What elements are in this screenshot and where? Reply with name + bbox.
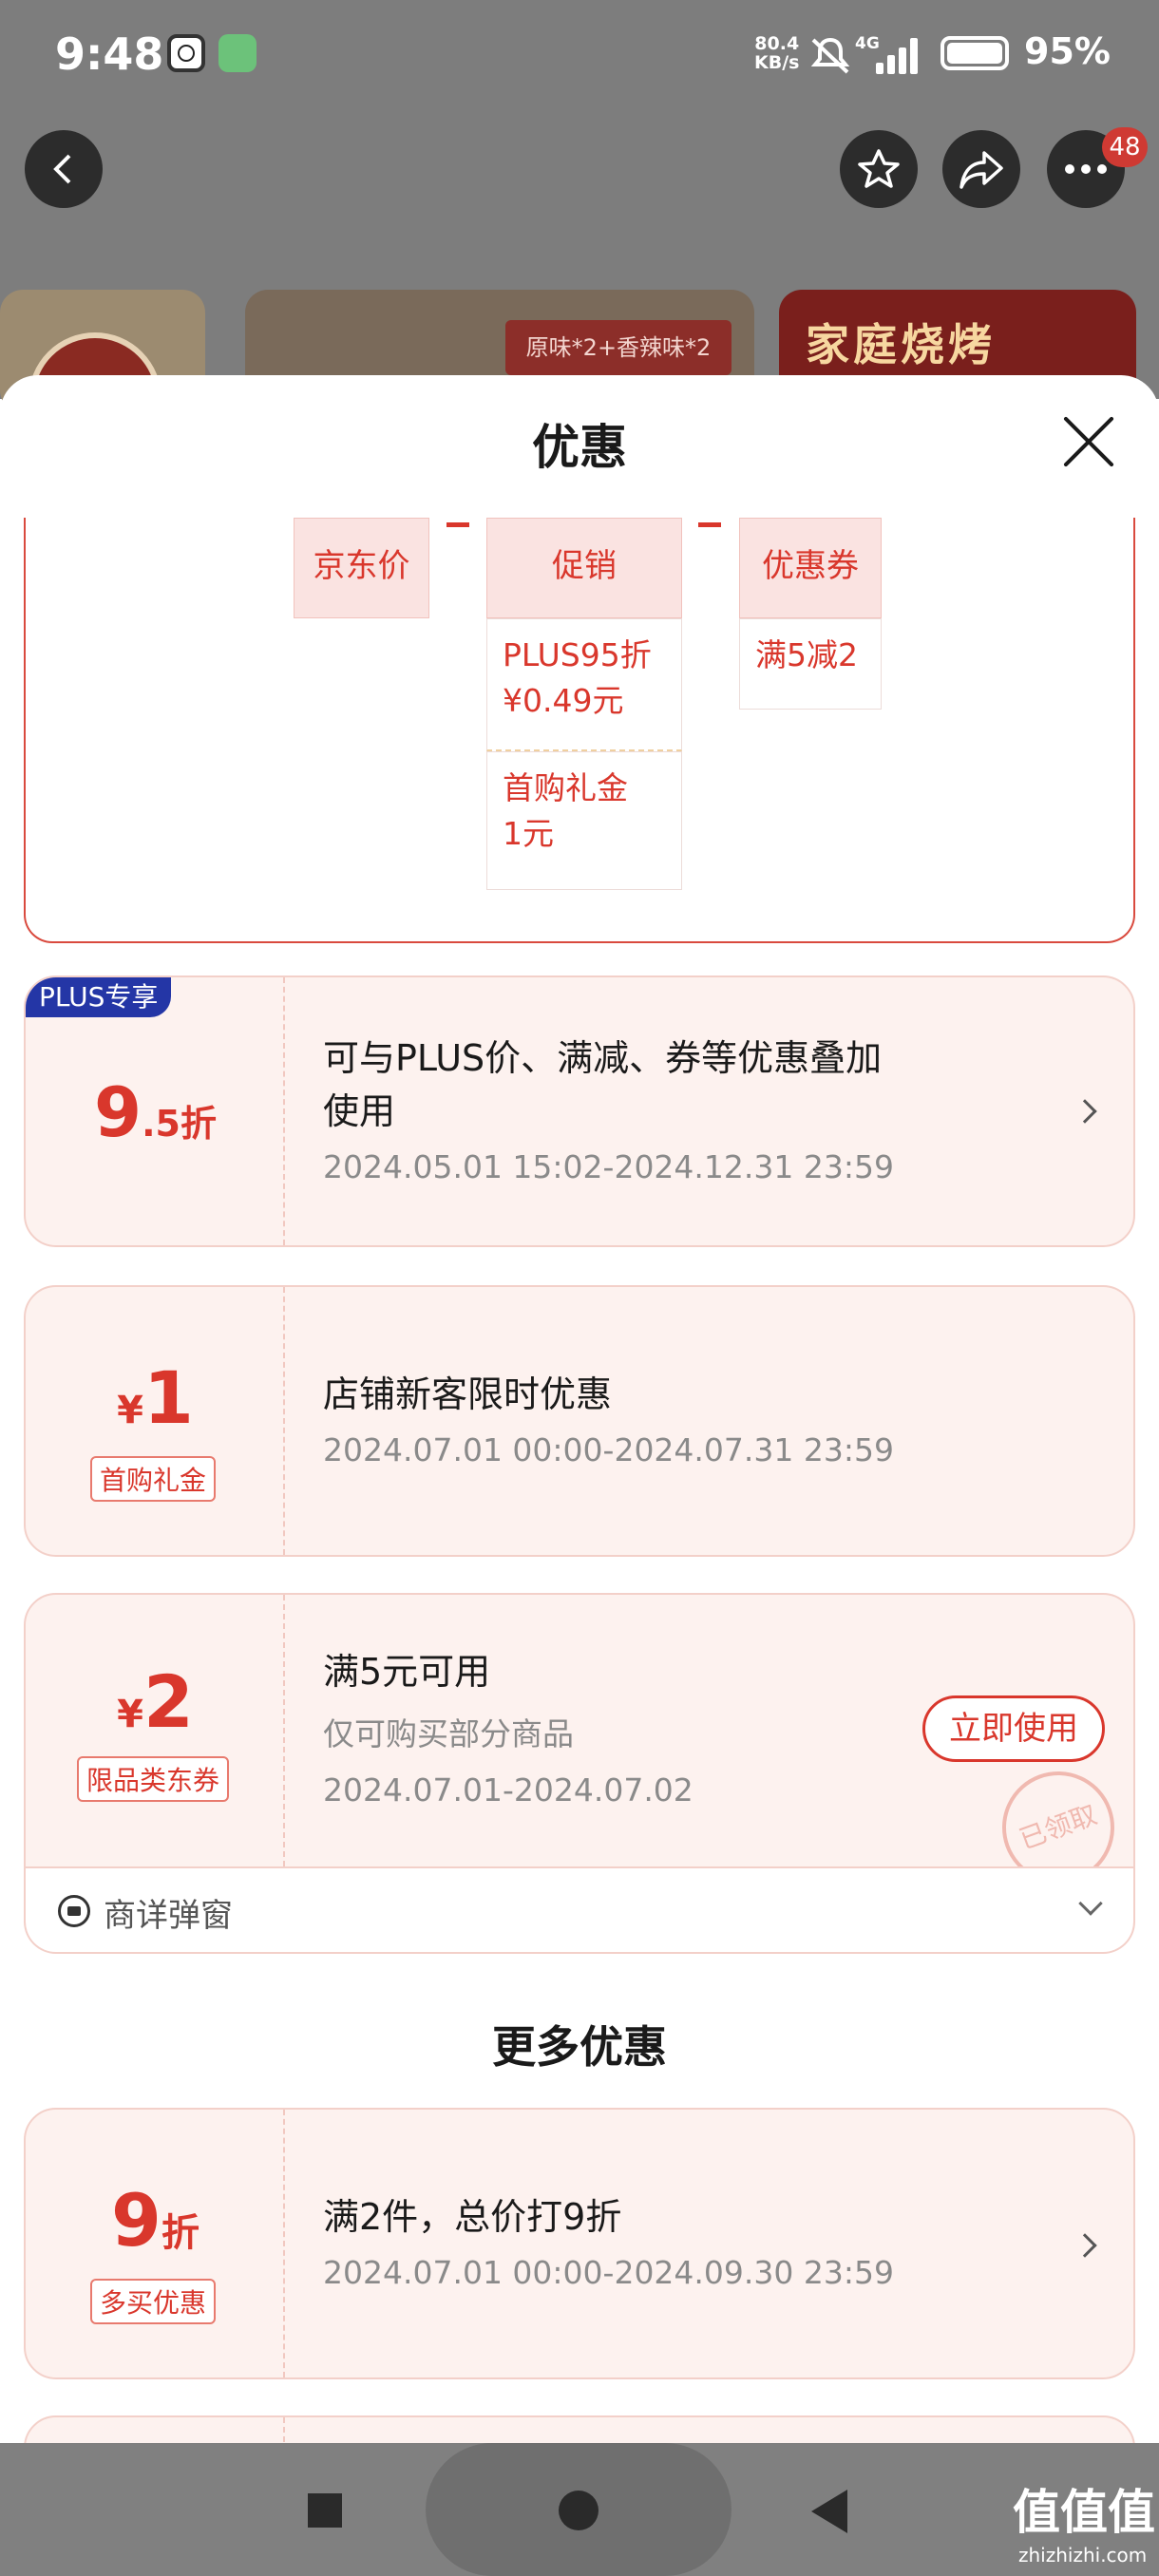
coupon-card-plus[interactable]: PLUS专享 9.5折 可与PLUS价、满减、券等优惠叠加 使用 2024.05… xyxy=(24,975,1135,1247)
battery-percent: 95% xyxy=(1024,30,1111,72)
system-nav-bar xyxy=(0,2443,1159,2576)
coupon-title: 店铺新客限时优惠 xyxy=(323,1373,613,1415)
detail-popup-row[interactable]: 商详弹窗 xyxy=(24,1868,1135,1954)
discount-sheet: 优惠 京东价 促销 优惠券 PLUS95折 ¥0.49元 首购礼金 1元 满5减… xyxy=(0,375,1159,2446)
chevron-right-icon xyxy=(1073,1099,1097,1124)
coupon-amount: 9.5折 xyxy=(94,1072,217,1152)
coupon-amount: ¥1 xyxy=(117,1355,194,1440)
recents-button[interactable] xyxy=(308,2493,342,2528)
share-icon xyxy=(960,151,1003,189)
coupon-title: 满5元可用 xyxy=(323,1651,491,1693)
coupon-validity: 2024.05.01 15:02-2024.12.31 23:59 xyxy=(323,1148,894,1185)
mute-icon xyxy=(810,37,850,74)
coupon-tag: 首购礼金 xyxy=(90,1456,217,1502)
home-button[interactable] xyxy=(559,2491,598,2530)
back-button[interactable] xyxy=(25,130,103,208)
offer-validity: 2024.07.01 00:00-2024.09.30 23:59 xyxy=(323,2254,894,2291)
watermark-logo: 值值值 xyxy=(1013,2485,1155,2540)
message-badge: 48 xyxy=(1102,127,1148,167)
coupon-tag: 限品类东券 xyxy=(77,1756,230,1802)
star-icon xyxy=(858,149,900,188)
battery-icon xyxy=(940,36,1009,70)
popup-icon xyxy=(58,1895,90,1927)
clock-app-icon xyxy=(167,34,205,72)
popup-label: 商详弹窗 xyxy=(104,1897,233,1935)
offer-card-multibuy[interactable]: 9折 多买优惠 满2件，总价打9折 2024.07.01 00:00-2024.… xyxy=(24,2108,1135,2379)
offer-tag: 多买优惠 xyxy=(90,2279,217,2324)
promo-item-firstbuy: 首购礼金 1元 xyxy=(486,751,682,890)
more-offers-title: 更多优惠 xyxy=(492,2021,667,2073)
status-bar: 9:48 80.4 KB/s 4G 95% xyxy=(0,0,1159,109)
coupon-validity: 2024.07.01-2024.07.02 xyxy=(323,1771,694,1809)
signal-icon xyxy=(876,36,929,74)
price-jd-label: 京东价 xyxy=(294,518,429,618)
coupon-restriction: 仅可购买部分商品 xyxy=(323,1715,574,1752)
coupon-amount: ¥2 xyxy=(117,1659,194,1744)
coupon-card-firstbuy[interactable]: ¥1 首购礼金 店铺新客限时优惠 2024.07.01 00:00-2024.0… xyxy=(24,1285,1135,1557)
minus-sign xyxy=(698,522,721,527)
minus-sign xyxy=(446,522,469,527)
back-icon xyxy=(53,154,71,184)
bg-card-label: 原味*2+香辣味*2 xyxy=(505,320,732,375)
coupon-validity: 2024.07.01 00:00-2024.07.31 23:59 xyxy=(323,1431,894,1468)
offer-amount: 9折 xyxy=(111,2178,200,2263)
offer-card-partial[interactable] xyxy=(24,2415,1135,2446)
watermark-url: zhizhizhi.com xyxy=(1018,2544,1148,2567)
chevron-right-icon xyxy=(1073,2233,1097,2258)
price-coupon-label: 优惠券 xyxy=(739,518,882,618)
share-button[interactable] xyxy=(942,130,1020,208)
coupon-title-line2: 使用 xyxy=(323,1090,396,1132)
back-nav-button[interactable] xyxy=(811,2490,847,2533)
coupon-card-jdcoupon[interactable]: ¥2 限品类东券 满5元可用 仅可购买部分商品 2024.07.01-2024.… xyxy=(24,1593,1135,1868)
plus-badge: PLUS专享 xyxy=(26,977,172,1017)
sheet-title: 优惠 xyxy=(532,420,627,475)
claimed-stamp: 已领取 xyxy=(986,1755,1130,1866)
use-now-button[interactable]: 立即使用 xyxy=(922,1695,1105,1762)
bg-card-title: 家庭烧烤 xyxy=(806,319,996,370)
close-icon[interactable] xyxy=(1060,413,1117,470)
price-promo-label: 促销 xyxy=(486,518,682,618)
promo-item-plus: PLUS95折 ¥0.49元 xyxy=(486,618,682,751)
offer-title: 满2件，总价打9折 xyxy=(323,2196,622,2238)
status-time: 9:48 xyxy=(55,28,164,80)
coupon-item: 满5减2 xyxy=(739,618,882,710)
coupon-title: 可与PLUS价、满减、券等优惠叠加 xyxy=(323,1037,883,1079)
favorite-button[interactable] xyxy=(840,130,918,208)
net-speed: 80.4 KB/s xyxy=(754,33,800,73)
chevron-down-icon xyxy=(1078,1891,1103,1916)
app-notification-icon xyxy=(218,34,256,72)
more-icon xyxy=(1065,164,1107,174)
